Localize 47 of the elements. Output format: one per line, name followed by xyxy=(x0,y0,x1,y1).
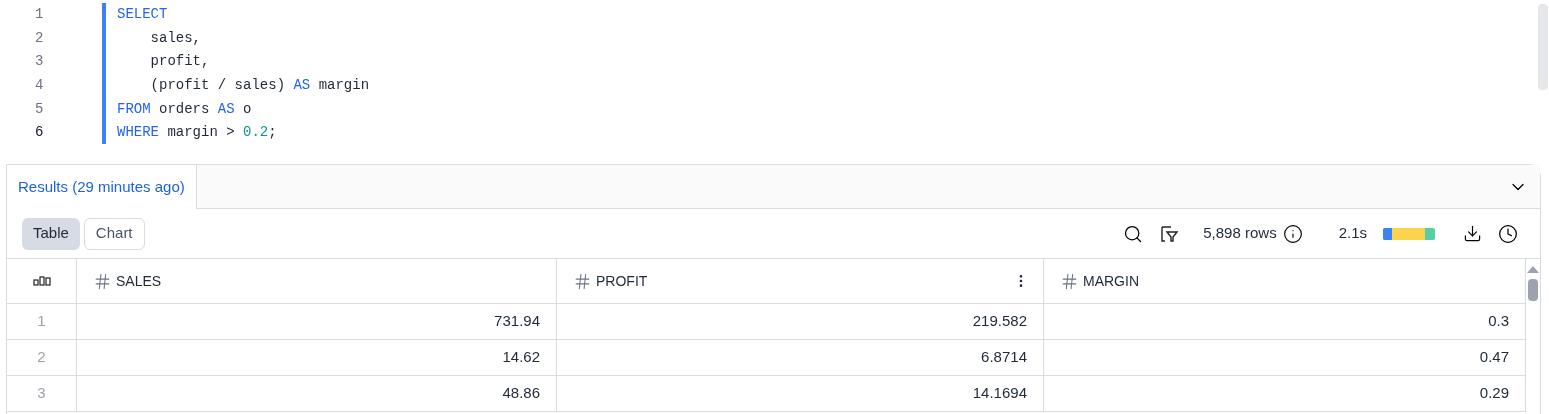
number-type-icon xyxy=(1060,271,1079,291)
duration: 2.1s xyxy=(1338,223,1367,244)
code-line: (profit / sales) AS margin xyxy=(149,76,370,96)
row-number: 2 xyxy=(7,340,77,375)
column-name: MARGIN xyxy=(1083,271,1139,291)
filter-icon[interactable] xyxy=(1159,223,1180,244)
code-line: FROM orders AS o xyxy=(117,99,253,119)
code-line: sales, xyxy=(149,28,202,48)
line-number: 5 xyxy=(34,99,45,119)
table-cell: 731.94 xyxy=(77,304,557,339)
table-cell: 6.8714 xyxy=(557,340,1044,375)
table-cell: 14.62 xyxy=(77,340,557,375)
column-header[interactable]: MARGIN xyxy=(1044,259,1526,303)
scrollbar-thumb[interactable] xyxy=(1528,279,1538,301)
view-toggle[interactable]: Table xyxy=(22,217,80,250)
column-name: SALES xyxy=(116,271,162,291)
search-icon[interactable] xyxy=(1123,223,1144,244)
column-name: PROFIT xyxy=(596,271,648,291)
table-cell: 14.1694 xyxy=(557,376,1044,411)
line-number: 6 xyxy=(34,123,45,143)
number-type-icon xyxy=(93,271,112,291)
view-toggle[interactable]: Chart xyxy=(83,217,145,250)
table-cell: 48.86 xyxy=(77,376,557,411)
table-cell: 0.47 xyxy=(1044,340,1526,375)
row-number: 3 xyxy=(7,376,77,411)
table-cell: 0.29 xyxy=(1044,376,1526,411)
row-number: 1 xyxy=(7,304,77,339)
row-count: 5,898 rows xyxy=(1203,223,1277,244)
line-number: 1 xyxy=(34,5,45,25)
number-type-icon xyxy=(573,271,592,291)
download-icon[interactable] xyxy=(1463,224,1482,243)
column-header[interactable]: PROFIT xyxy=(557,259,1044,303)
scrollbar[interactable] xyxy=(1538,4,1548,90)
info-icon[interactable] xyxy=(1282,223,1303,244)
table-cell: 219.582 xyxy=(557,304,1044,339)
line-number: 2 xyxy=(34,28,45,48)
table-cell: 0.3 xyxy=(1044,304,1526,339)
code-line: WHERE margin > 0.2; xyxy=(117,123,278,143)
column-stats-icon[interactable] xyxy=(32,276,51,286)
code-line: profit, xyxy=(149,52,211,72)
line-number: 4 xyxy=(34,76,45,96)
history-icon[interactable] xyxy=(1498,223,1518,244)
code-line: SELECT xyxy=(117,5,169,25)
results-tab[interactable]: Results (29 minutes ago) xyxy=(7,165,197,209)
timing-bar-drawing xyxy=(1383,227,1435,240)
line-number: 3 xyxy=(34,52,45,72)
column-header[interactable]: SALES xyxy=(77,259,557,303)
